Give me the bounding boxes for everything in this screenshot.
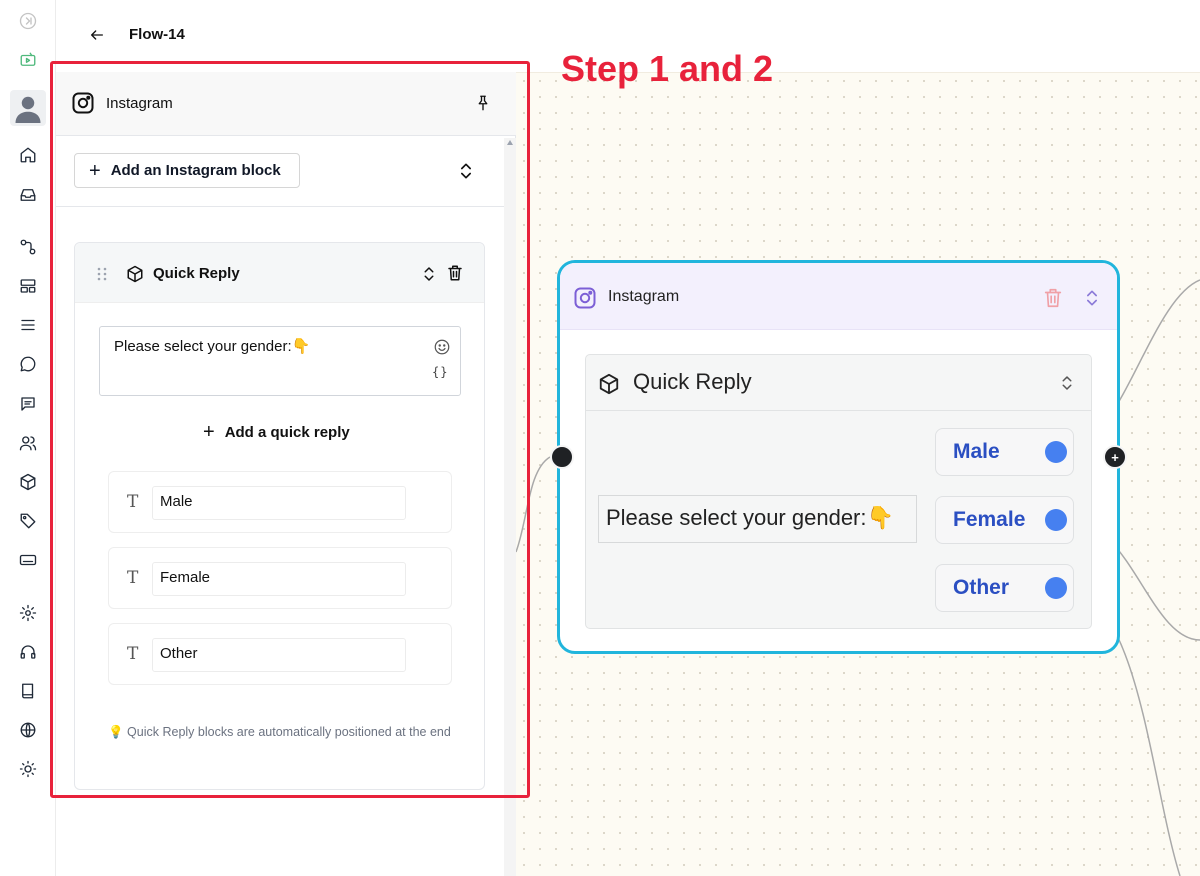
text-type-icon: T: [127, 644, 139, 664]
text-type-icon: T: [127, 568, 139, 588]
block-header: Quick Reply: [75, 243, 484, 303]
chat-icon[interactable]: [15, 351, 41, 377]
avatar[interactable]: [10, 90, 46, 126]
node-reply-label: Female: [953, 508, 1026, 531]
output-handle[interactable]: [1045, 577, 1067, 599]
node-block-title: Quick Reply: [633, 369, 752, 394]
settings-icon[interactable]: [15, 600, 41, 626]
theme-icon[interactable]: [15, 756, 41, 782]
pin-icon[interactable]: [474, 94, 492, 112]
arrow-left-icon: [91, 30, 103, 40]
docs-icon[interactable]: [15, 678, 41, 704]
cube-icon: [127, 265, 143, 283]
quick-reply-input[interactable]: Male: [152, 486, 406, 520]
flow-title: Flow-14: [129, 26, 185, 43]
inbox-icon[interactable]: [15, 182, 41, 208]
block-title: Quick Reply: [153, 265, 240, 282]
instagram-node[interactable]: Instagram Quick Reply Please select your…: [557, 260, 1120, 654]
globe-icon[interactable]: [15, 717, 41, 743]
add-block-label: Add an Instagram block: [110, 162, 281, 179]
output-handle[interactable]: [1045, 441, 1067, 463]
node-header: Instagram: [560, 263, 1117, 330]
messages-icon[interactable]: [15, 391, 41, 417]
plus-icon: +: [89, 159, 101, 182]
collapse-sidebar-icon[interactable]: [15, 8, 41, 34]
node-reply-button[interactable]: Male: [935, 428, 1074, 476]
templates-icon[interactable]: [15, 273, 41, 299]
blocks-icon[interactable]: [15, 469, 41, 495]
drag-handle-icon[interactable]: [97, 267, 107, 281]
delete-icon[interactable]: [446, 264, 464, 282]
chevron-up-down-icon[interactable]: [1058, 372, 1076, 394]
quick-reply-item: T Other: [108, 623, 452, 685]
instagram-icon: [574, 287, 596, 309]
expand-collapse-icon[interactable]: [456, 161, 476, 181]
add-connection-handle[interactable]: +: [1103, 445, 1127, 469]
add-quick-reply-button[interactable]: + Add a quick reply: [203, 421, 350, 444]
positioning-note: 💡 Quick Reply blocks are automatically p…: [108, 725, 451, 739]
divider: [56, 206, 504, 207]
add-instagram-block-button[interactable]: + Add an Instagram block: [74, 153, 300, 188]
panel-title: Instagram: [106, 95, 173, 112]
delete-node-icon[interactable]: [1042, 287, 1064, 309]
emoji-icon[interactable]: [433, 338, 451, 356]
quick-reply-input[interactable]: Other: [152, 638, 406, 672]
node-reply-label: Male: [953, 440, 1000, 463]
chevron-up-down-icon[interactable]: [420, 265, 438, 283]
node-reply-button[interactable]: Female: [935, 496, 1074, 544]
quick-reply-input[interactable]: Female: [152, 562, 406, 596]
node-message: Please select your gender:👇: [598, 495, 917, 543]
message-textarea[interactable]: Please select your gender:👇: [99, 326, 461, 396]
node-reply-button[interactable]: Other: [935, 564, 1074, 612]
broadcast-icon[interactable]: [15, 47, 41, 73]
tags-icon[interactable]: [15, 508, 41, 534]
node-block-header: Quick Reply: [586, 355, 1091, 411]
plus-icon: +: [203, 421, 215, 443]
instagram-icon: [72, 92, 94, 114]
cube-icon: [599, 373, 619, 395]
panel-header: Instagram: [56, 72, 516, 136]
support-icon[interactable]: [15, 639, 41, 665]
quick-reply-item: T Female: [108, 547, 452, 609]
add-quick-reply-label: Add a quick reply: [224, 424, 350, 441]
node-reply-label: Other: [953, 576, 1010, 599]
output-handle[interactable]: [1045, 509, 1067, 531]
input-handle[interactable]: [550, 445, 574, 469]
home-icon[interactable]: [15, 142, 41, 168]
back-button[interactable]: [86, 24, 108, 46]
node-quick-reply-block[interactable]: Quick Reply Please select your gender:👇 …: [585, 354, 1092, 629]
chevron-up-down-icon[interactable]: [1082, 287, 1102, 309]
menu-icon[interactable]: [15, 312, 41, 338]
node-title: Instagram: [608, 288, 680, 305]
variables-button[interactable]: {}: [432, 365, 448, 379]
keyboard-icon[interactable]: [15, 547, 41, 573]
flows-icon[interactable]: [15, 234, 41, 260]
quick-reply-block: Quick Reply Please select your gender:👇 …: [74, 242, 485, 790]
quick-reply-item: T Male: [108, 471, 452, 533]
panel-scrollbar[interactable]: [504, 138, 516, 876]
step-annotation: Step 1 and 2: [561, 48, 774, 89]
block-editor-panel: Instagram + Add an Instagram block Quick…: [56, 72, 516, 876]
sidebar: [0, 0, 56, 876]
text-type-icon: T: [127, 492, 139, 512]
contacts-icon[interactable]: [15, 430, 41, 456]
